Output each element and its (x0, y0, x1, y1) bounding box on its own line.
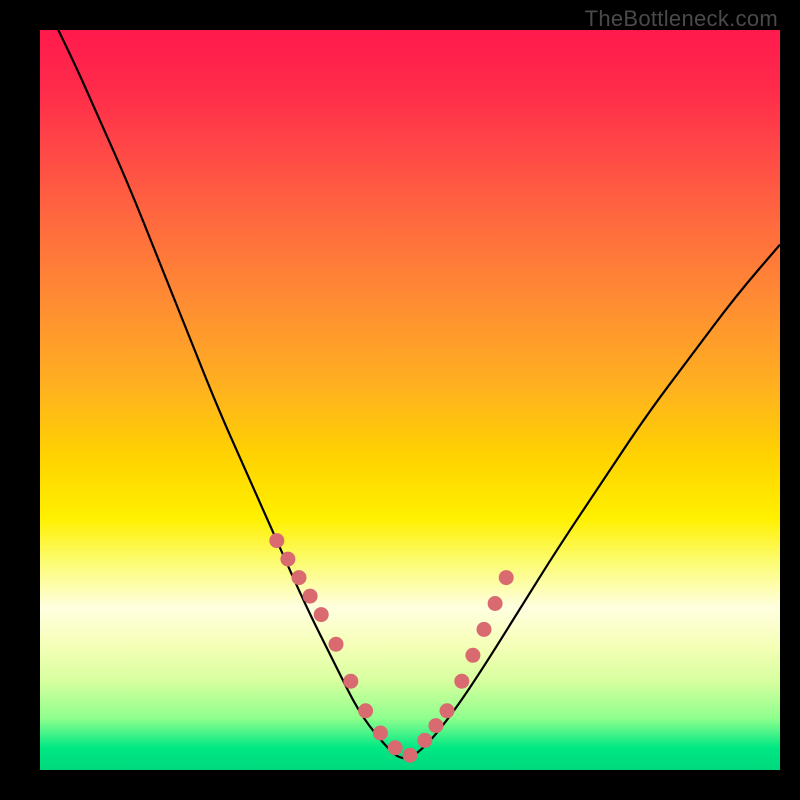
bead (388, 740, 403, 755)
bead (488, 596, 503, 611)
bead (417, 733, 432, 748)
bead (292, 570, 307, 585)
bead (343, 674, 358, 689)
chart-frame: TheBottleneck.com (0, 0, 800, 800)
bead (465, 648, 480, 663)
plot-area (40, 30, 780, 770)
highlight-beads (269, 533, 513, 763)
bead (477, 622, 492, 637)
bead (499, 570, 514, 585)
bead (454, 674, 469, 689)
bead (329, 637, 344, 652)
bead (303, 589, 318, 604)
chart-overlay (40, 30, 780, 770)
attribution-text: TheBottleneck.com (585, 6, 778, 32)
bead (269, 533, 284, 548)
bead (280, 552, 295, 567)
bead (403, 748, 418, 763)
bead (373, 726, 388, 741)
bottleneck-curve (40, 30, 780, 758)
bead (358, 703, 373, 718)
bead (428, 718, 443, 733)
bead (314, 607, 329, 622)
bead (440, 703, 455, 718)
